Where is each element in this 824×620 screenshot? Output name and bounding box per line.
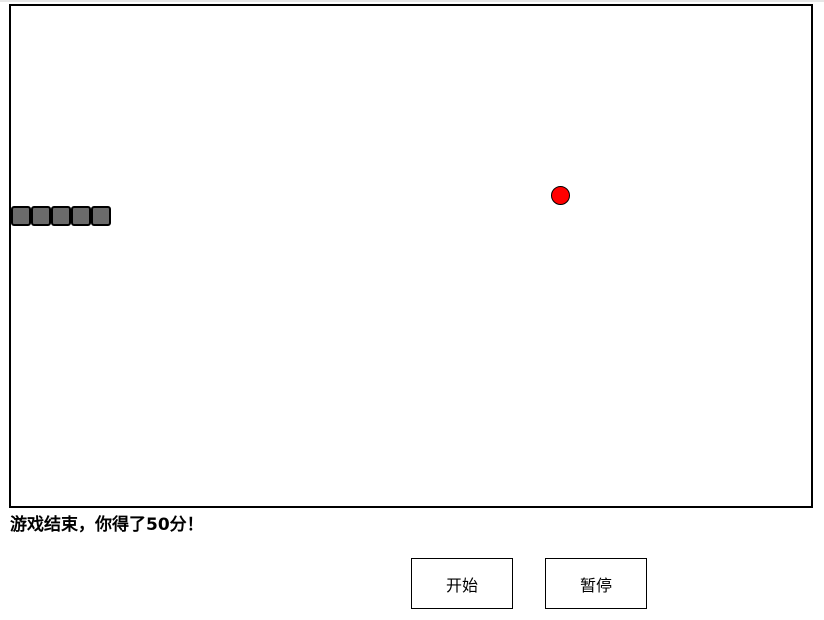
snake-segment [31, 206, 51, 226]
game-board[interactable] [9, 4, 813, 508]
snake-segment [71, 206, 91, 226]
start-button[interactable]: 开始 [411, 558, 513, 609]
snake-segment [51, 206, 71, 226]
top-rule [0, 0, 824, 2]
snake-segment [11, 206, 31, 226]
food-dot [551, 186, 570, 205]
pause-button[interactable]: 暂停 [545, 558, 647, 609]
snake-head [91, 206, 111, 226]
game-over-message: 游戏结束，你得了50分！ [10, 515, 204, 535]
